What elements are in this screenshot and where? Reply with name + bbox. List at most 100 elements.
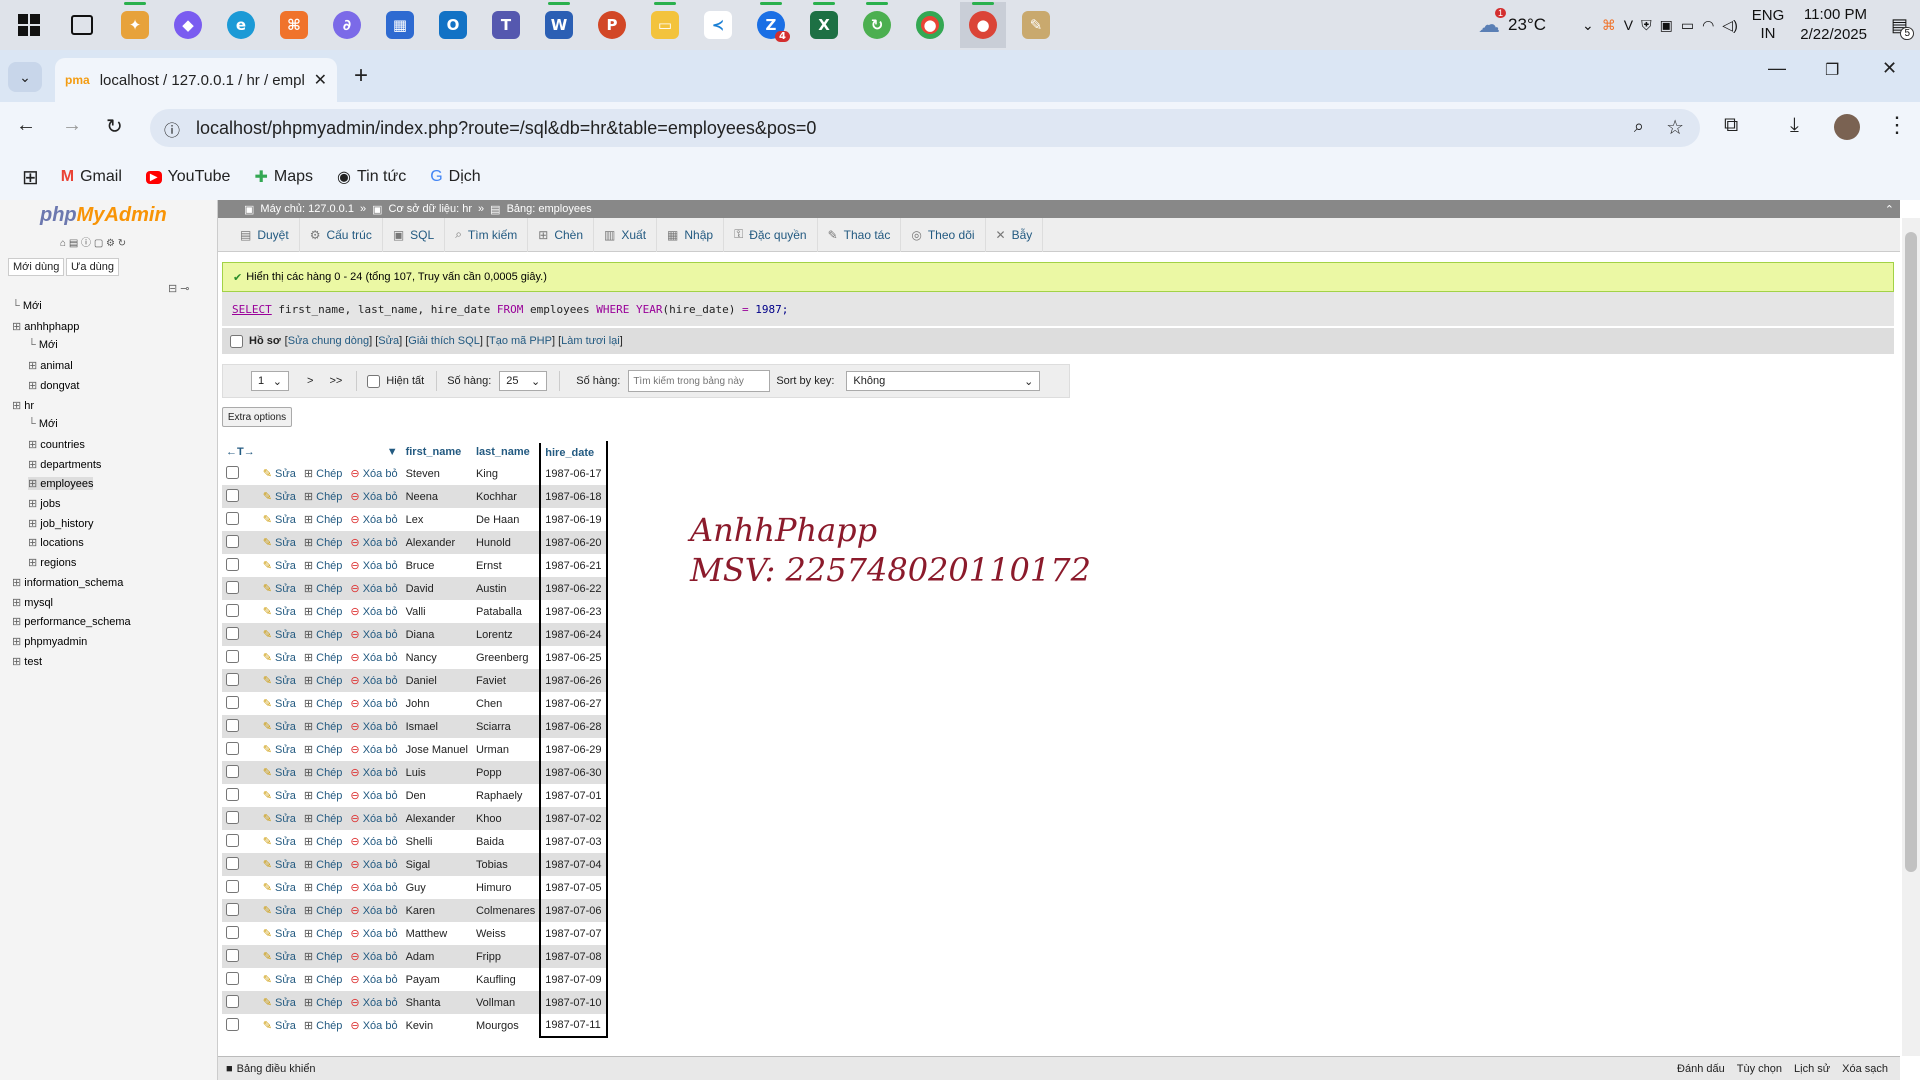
delete-row-button[interactable]: ⊖ Xóa bỏ — [350, 583, 397, 595]
row-checkbox[interactable] — [226, 810, 239, 824]
new-tab-button[interactable]: + — [354, 62, 368, 90]
edit-row-button[interactable]: ✎ Sửa — [263, 606, 296, 618]
rows-select[interactable]: 25 ⌄ — [499, 371, 548, 391]
menu-kebab-icon[interactable]: ⋮ — [1886, 112, 1908, 138]
copy-row-button[interactable]: ⊞ Chép — [304, 882, 343, 894]
cell-hire-date[interactable]: 1987-06-21 — [539, 554, 608, 577]
edit-row-button[interactable]: ✎ Sửa — [263, 997, 296, 1009]
profiling-checkbox[interactable] — [230, 334, 243, 348]
delete-row-button[interactable]: ⊖ Xóa bỏ — [350, 882, 397, 894]
vscode-icon[interactable]: ≺ — [695, 2, 741, 48]
copy-row-button[interactable]: ⊞ Chép — [304, 836, 343, 848]
cell-last-name[interactable]: Sciarra — [471, 715, 541, 738]
copy-row-button[interactable]: ⊞ Chép — [304, 675, 343, 687]
create-php-link[interactable]: Tạo mã PHP — [489, 335, 552, 347]
windows-start-icon[interactable] — [6, 2, 52, 48]
cell-last-name[interactable]: Himuro — [471, 876, 541, 899]
vertical-scrollbar[interactable] — [1902, 218, 1920, 1056]
cell-last-name[interactable]: Vollman — [471, 991, 541, 1014]
copy-row-button[interactable]: ⊞ Chép — [304, 813, 343, 825]
row-checkbox[interactable] — [226, 764, 239, 778]
filter-rows-input[interactable] — [628, 370, 771, 392]
cell-hire-date[interactable]: 1987-06-19 — [539, 508, 608, 531]
sort-by-key-select[interactable]: Không ⌄ — [846, 371, 1041, 391]
row-checkbox[interactable] — [226, 833, 239, 847]
edit-row-button[interactable]: ✎ Sửa — [263, 629, 296, 641]
row-checkbox[interactable] — [226, 672, 239, 686]
row-checkbox[interactable] — [226, 626, 239, 640]
favorites-tab[interactable]: Ưa dùng — [66, 258, 120, 276]
row-checkbox[interactable] — [226, 557, 239, 571]
cell-hire-date[interactable]: 1987-07-09 — [539, 968, 608, 991]
edit-row-button[interactable]: ✎ Sửa — [263, 721, 296, 733]
tree-item[interactable]: └ Mới — [12, 300, 42, 312]
cell-hire-date[interactable]: 1987-06-24 — [539, 623, 608, 646]
scrollbar-thumb[interactable] — [1905, 232, 1917, 872]
cell-last-name[interactable]: Greenberg — [471, 646, 541, 669]
edit-row-button[interactable]: ✎ Sửa — [263, 813, 296, 825]
edit-row-button[interactable]: ✎ Sửa — [263, 652, 296, 664]
edit-row-button[interactable]: ✎ Sửa — [263, 560, 296, 572]
delete-row-button[interactable]: ⊖ Xóa bỏ — [350, 744, 397, 756]
tree-item[interactable]: ⊞ departments — [28, 458, 101, 471]
tree-item[interactable]: ⊞ animal — [28, 359, 73, 372]
tab-structure[interactable]: ⚙ Cấu trúc — [300, 217, 383, 252]
outlook-icon[interactable]: O — [430, 2, 476, 48]
paint-icon[interactable]: ✎ — [1013, 2, 1059, 48]
cell-last-name[interactable]: Khoo — [471, 807, 541, 830]
cell-first-name[interactable]: Jose Manuel — [401, 738, 472, 761]
row-checkbox[interactable] — [226, 971, 239, 985]
delete-row-button[interactable]: ⊖ Xóa bỏ — [350, 698, 397, 710]
breadcrumb-database[interactable]: Cơ sở dữ liệu: hr — [389, 203, 473, 215]
cell-hire-date[interactable]: 1987-06-27 — [539, 692, 608, 715]
xampp-tray-icon[interactable]: ⌘ — [1602, 17, 1616, 34]
cell-last-name[interactable]: Raphaely — [471, 784, 541, 807]
cell-last-name[interactable]: Lorentz — [471, 623, 541, 646]
copy-row-button[interactable]: ⊞ Chép — [304, 514, 343, 526]
row-checkbox[interactable] — [226, 465, 239, 479]
bookmark-gmail[interactable]: M Gmail — [61, 168, 122, 186]
delete-row-button[interactable]: ⊖ Xóa bỏ — [350, 1020, 397, 1032]
tree-item[interactable]: ⊞ jobs — [28, 497, 60, 510]
tab-insert[interactable]: ⊞ Chèn — [528, 217, 595, 252]
row-checkbox[interactable] — [226, 603, 239, 617]
bookmark-translate[interactable]: G Dịch — [430, 168, 480, 186]
cell-last-name[interactable]: Popp — [471, 761, 541, 784]
row-checkbox[interactable] — [226, 718, 239, 732]
tree-item[interactable]: ⊞ information_schema — [12, 576, 123, 589]
cell-first-name[interactable]: Diana — [401, 623, 472, 646]
edit-row-button[interactable]: ✎ Sửa — [263, 951, 296, 963]
copy-row-button[interactable]: ⊞ Chép — [304, 997, 343, 1009]
tab-privileges[interactable]: ⚿ Đặc quyền — [724, 217, 818, 252]
battery-icon[interactable]: ▭ — [1681, 17, 1694, 34]
wifi-icon[interactable]: ◠ — [1702, 17, 1714, 34]
edit-row-button[interactable]: ✎ Sửa — [263, 744, 296, 756]
row-checkbox[interactable] — [226, 856, 239, 870]
edit-row-button[interactable]: ✎ Sửa — [263, 767, 296, 779]
language-indicator[interactable]: ENG IN — [1752, 7, 1785, 43]
copy-row-button[interactable]: ⊞ Chép — [304, 698, 343, 710]
copy-row-button[interactable]: ⊞ Chép — [304, 560, 343, 572]
column-header-last-name[interactable]: last_name — [471, 442, 541, 462]
teams-icon[interactable]: T — [483, 2, 529, 48]
row-checkbox[interactable] — [226, 879, 239, 893]
cell-first-name[interactable]: Luis — [401, 761, 472, 784]
tab-operations[interactable]: ✎ Thao tác — [818, 217, 902, 252]
console-history[interactable]: Lịch sử — [1794, 1063, 1830, 1075]
clock[interactable]: 11:00 PM 2/22/2025 — [1800, 5, 1867, 45]
row-checkbox[interactable] — [226, 925, 239, 939]
cell-first-name[interactable]: Ismael — [401, 715, 472, 738]
delete-row-button[interactable]: ⊖ Xóa bỏ — [350, 974, 397, 986]
edit-row-button[interactable]: ✎ Sửa — [263, 905, 296, 917]
close-tab-icon[interactable]: ✕ — [314, 70, 327, 90]
delete-row-button[interactable]: ⊖ Xóa bỏ — [350, 928, 397, 940]
tree-item[interactable]: ⊞ locations — [28, 536, 84, 549]
edit-row-button[interactable]: ✎ Sửa — [263, 698, 296, 710]
cell-hire-date[interactable]: 1987-06-20 — [539, 531, 608, 554]
cell-first-name[interactable]: Guy — [401, 876, 472, 899]
weather-icon[interactable]: ☁ 1 — [1478, 8, 1507, 38]
row-checkbox[interactable] — [226, 741, 239, 755]
row-checkbox[interactable] — [226, 511, 239, 525]
address-bar[interactable]: ⓘ localhost/phpmyadmin/index.php?route=/… — [150, 109, 1700, 147]
cell-hire-date[interactable]: 1987-07-08 — [539, 945, 608, 968]
